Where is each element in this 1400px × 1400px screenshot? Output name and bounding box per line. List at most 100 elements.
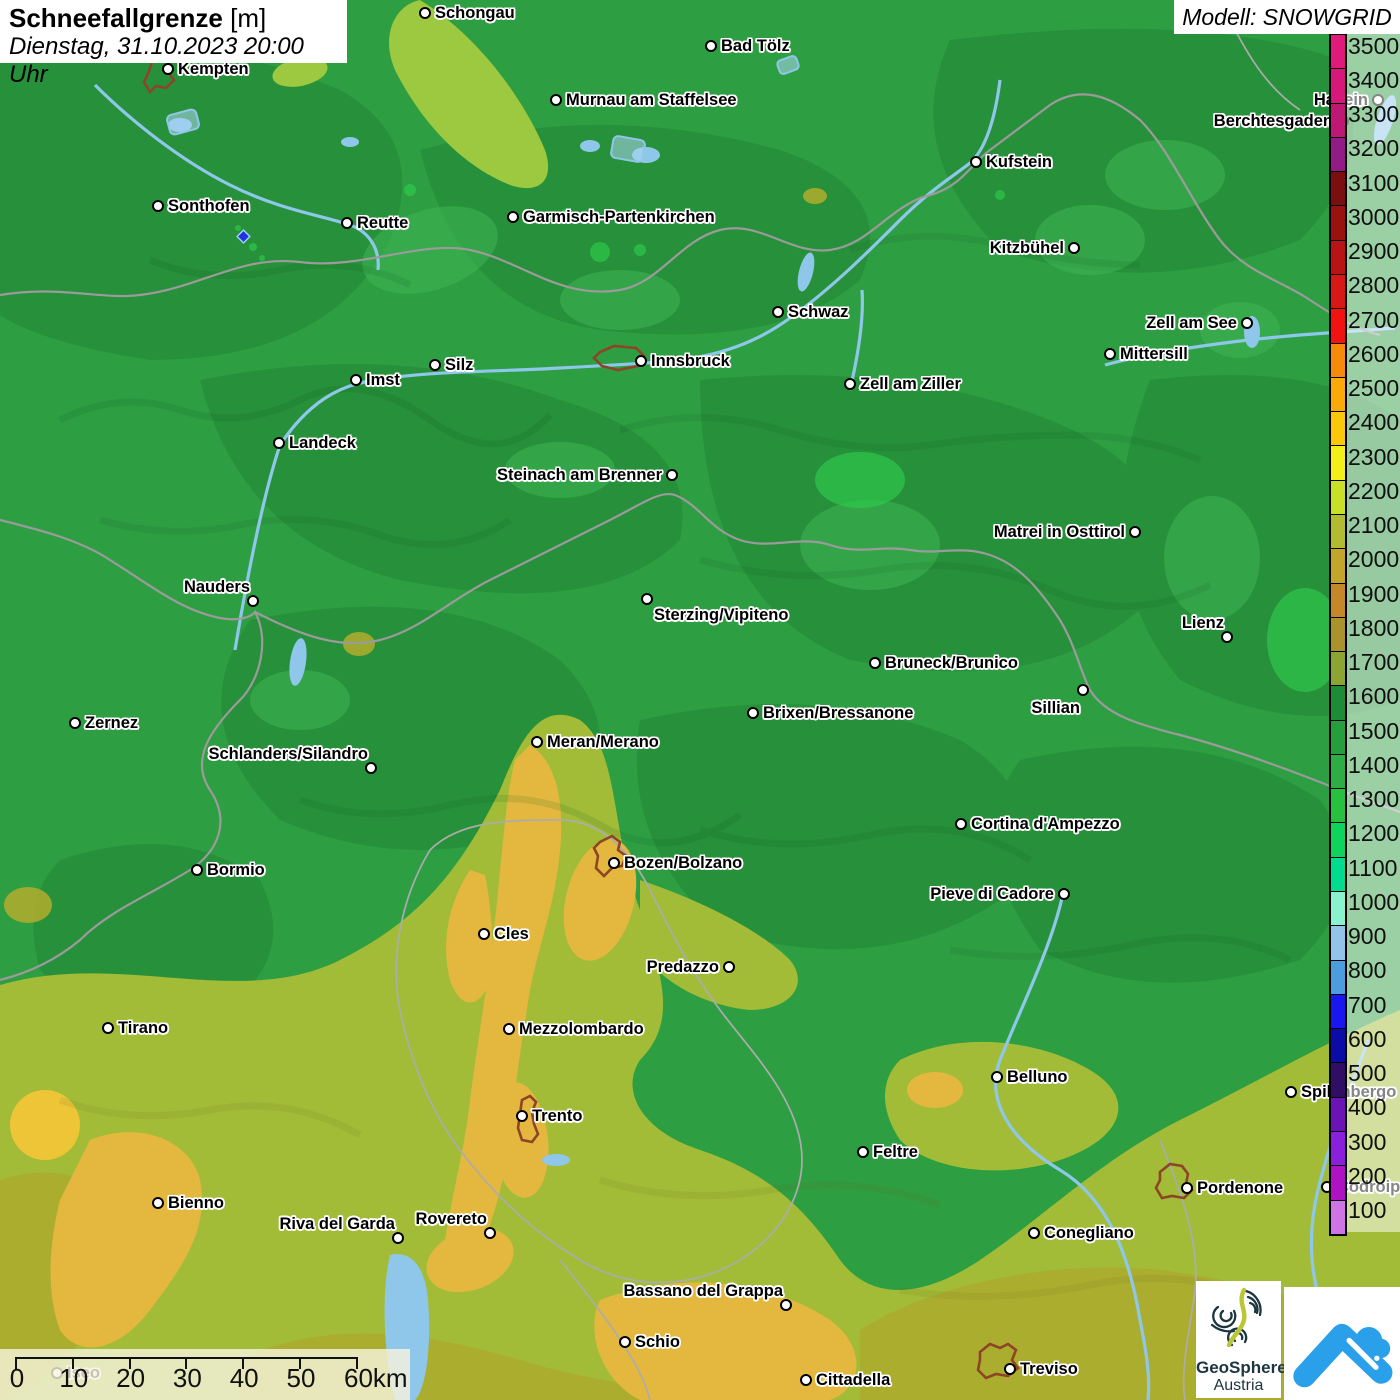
colorbar-tick-label: 2000 (1348, 547, 1400, 572)
colorbar-segment-1000 (1331, 891, 1345, 925)
city-label: Zell am Ziller (860, 375, 961, 394)
colorbar-segment-1400 (1331, 754, 1345, 788)
colorbar-segment-200 (1331, 1165, 1345, 1199)
city-label: Sterzing/Vipiteno (654, 606, 788, 625)
colorbar-segment-800 (1331, 960, 1345, 994)
colorbar-tick-label: 500 (1348, 1061, 1400, 1086)
colorbar-segment-2700 (1331, 308, 1345, 342)
city-dot (666, 469, 678, 481)
city-label: Cortina d'Ampezzo (971, 815, 1120, 834)
city-label: Steinach am Brenner (497, 466, 662, 485)
colorbar-segment-1200 (1331, 822, 1345, 856)
geosphere-logo-subtext: Austria (1196, 1377, 1281, 1395)
colorbar-segment-2500 (1331, 377, 1345, 411)
city-layer: SchongauBad TölzKemptenMurnau am Staffel… (0, 0, 1400, 1400)
city-label: Tirano (118, 1019, 168, 1038)
colorbar-tick-label: 3300 (1348, 102, 1400, 127)
city-label: Bassano del Grappa (623, 1282, 783, 1301)
city-label: Lienz (1182, 614, 1224, 633)
colorbar-tick-label: 1800 (1348, 616, 1400, 641)
city-dot (350, 374, 362, 386)
colorbar-tick-label: 1000 (1348, 890, 1400, 915)
colorbar-segment-1600 (1331, 685, 1345, 719)
city-dot (478, 928, 490, 940)
city-dot (152, 200, 164, 212)
city-label: Mittersill (1120, 345, 1188, 364)
scalebar: 0102030405060km (0, 1349, 410, 1400)
city-dot (641, 593, 653, 605)
city-label: Nauders (184, 578, 250, 597)
city-dot (1077, 684, 1089, 696)
city-label: Schlanders/Silandro (208, 745, 368, 764)
city-dot (341, 217, 353, 229)
colorbar-tick-label: 300 (1348, 1130, 1400, 1155)
colorbar-segment-1700 (1331, 651, 1345, 685)
colorbar-segment-2600 (1331, 343, 1345, 377)
city-dot (1068, 242, 1080, 254)
city-label: Murnau am Staffelsee (566, 91, 737, 110)
scalebar-label: 10 (59, 1363, 88, 1394)
colorbar-tick-label: 3100 (1348, 171, 1400, 196)
city-label: Sillian (1031, 699, 1080, 718)
colorbar-segment-1100 (1331, 857, 1345, 891)
colorbar-tick-label: 2100 (1348, 513, 1400, 538)
colorbar-tick-label: 3400 (1348, 68, 1400, 93)
city-label: Conegliano (1044, 1224, 1134, 1243)
mountain-cloud-logo (1284, 1287, 1400, 1400)
city-dot (531, 736, 543, 748)
city-dot (1104, 348, 1116, 360)
city-dot (1285, 1086, 1297, 1098)
colorbar-segment-3300 (1331, 103, 1345, 137)
city-dot (1058, 888, 1070, 900)
city-dot (152, 1197, 164, 1209)
city-label: Schio (635, 1333, 680, 1352)
city-dot (102, 1022, 114, 1034)
city-label: Brixen/Bressanone (763, 704, 913, 723)
city-dot (69, 717, 81, 729)
city-label: Treviso (1020, 1360, 1078, 1379)
colorbar-tick-label: 1200 (1348, 821, 1400, 846)
colorbar-segment-100 (1331, 1200, 1345, 1234)
scalebar-label: 40 (230, 1363, 259, 1394)
city-label: Imst (366, 371, 400, 390)
title-box: Schneefallgrenze [m] Dienstag, 31.10.202… (0, 0, 347, 63)
city-dot (705, 40, 717, 52)
city-label: Matrei in Osttirol (994, 523, 1125, 542)
city-label: Bad Tölz (721, 37, 790, 56)
city-label: Reutte (357, 214, 408, 233)
colorbar-tick-label: 600 (1348, 1027, 1400, 1052)
city-dot (503, 1023, 515, 1035)
city-dot (1241, 317, 1253, 329)
colorbar-tick-label: 2600 (1348, 342, 1400, 367)
city-dot (723, 961, 735, 973)
city-label: Belluno (1007, 1068, 1068, 1087)
colorbar-segment-300 (1331, 1131, 1345, 1165)
city-label: Zell am See (1146, 314, 1237, 333)
colorbar-tick-label: 3500 (1348, 34, 1400, 59)
colorbar-segment-700 (1331, 994, 1345, 1028)
colorbar-segment-3500 (1331, 35, 1345, 68)
scalebar-label: 30 (173, 1363, 202, 1394)
colorbar-segment-2200 (1331, 480, 1345, 514)
colorbar-segment-3400 (1331, 68, 1345, 102)
scalebar-label: 60km (344, 1363, 408, 1394)
city-dot (429, 359, 441, 371)
city-dot (869, 657, 881, 669)
city-label: Bormio (207, 861, 265, 880)
city-label: Predazzo (647, 958, 719, 977)
colorbar-segment-500 (1331, 1062, 1345, 1096)
colorbar-tick-label: 2400 (1348, 410, 1400, 435)
scalebar-label: 50 (287, 1363, 316, 1394)
colorbar-tick-label: 1600 (1348, 684, 1400, 709)
colorbar-tick-label: 3200 (1348, 136, 1400, 161)
city-label: Kufstein (986, 153, 1052, 172)
city-label: Garmisch-Partenkirchen (523, 208, 715, 227)
scalebar-label: 20 (116, 1363, 145, 1394)
colorbar-segment-3200 (1331, 137, 1345, 171)
colorbar-tick-label: 100 (1348, 1198, 1400, 1223)
city-dot (191, 864, 203, 876)
colorbar-tick-label: 2800 (1348, 273, 1400, 298)
colorbar-segment-1500 (1331, 720, 1345, 754)
city-dot (1028, 1227, 1040, 1239)
colorbar-tick-label: 2300 (1348, 445, 1400, 470)
